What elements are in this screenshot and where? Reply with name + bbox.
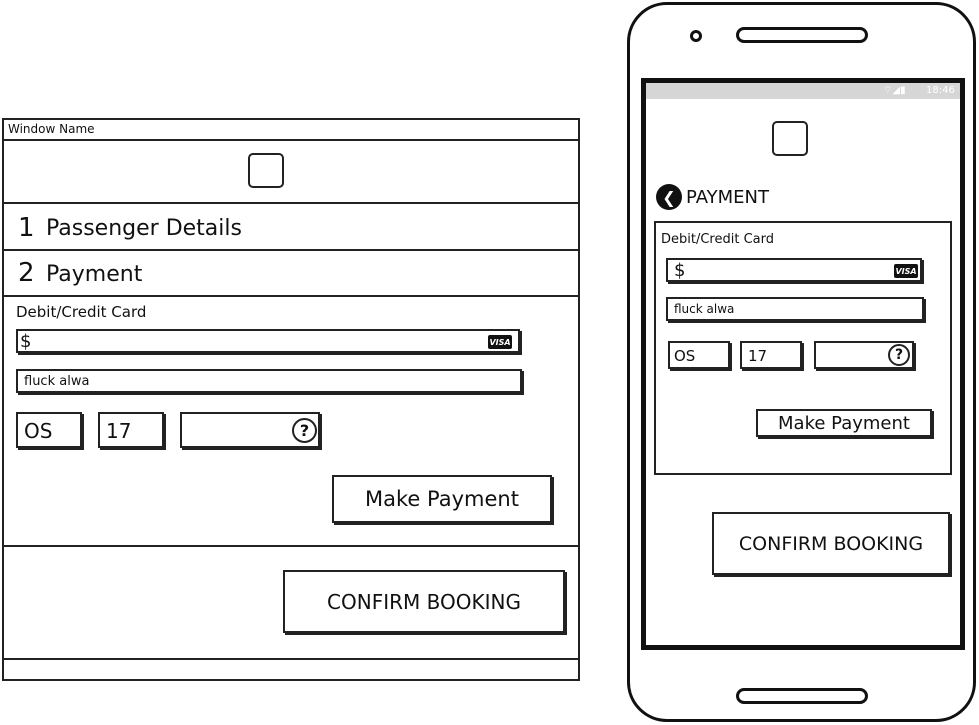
currency-symbol: $ xyxy=(674,260,686,281)
cardholder-name-input[interactable]: fluck alwa xyxy=(16,369,522,393)
card-section-label: Debit/Credit Card xyxy=(661,232,774,247)
visa-card-icon: VISA xyxy=(488,335,512,349)
make-payment-label: Make Payment xyxy=(365,487,519,511)
expiry-year-value: 17 xyxy=(106,419,132,443)
cardholder-name-value: fluck alwa xyxy=(24,374,90,389)
payment-panel: Debit/Credit Card $ VISA fluck alwa OS 1… xyxy=(4,297,578,547)
expiry-month-value: OS xyxy=(24,419,53,443)
phone-speaker xyxy=(736,27,868,43)
card-section-label: Debit/Credit Card xyxy=(16,303,147,321)
phone-screen: ⌔◢▮ 18:46 ❮ PAYMENT Debit/Credit Card $ … xyxy=(641,78,965,650)
page-title: PAYMENT xyxy=(686,187,769,208)
visa-card-icon: VISA xyxy=(894,264,918,278)
confirm-booking-button[interactable]: CONFIRM BOOKING xyxy=(283,570,565,633)
expiry-year-input[interactable]: 17 xyxy=(740,341,802,369)
phone-home-button[interactable] xyxy=(736,688,868,704)
cvv-input[interactable]: ? xyxy=(814,341,914,369)
confirm-booking-label: CONFIRM BOOKING xyxy=(327,589,521,614)
step-label: Payment xyxy=(46,262,143,287)
window-footer xyxy=(4,658,578,679)
step-payment[interactable]: 2 Payment xyxy=(4,253,578,297)
wifi-signal-battery-icon: ⌔◢▮ xyxy=(883,85,906,96)
cvv-input[interactable]: ? xyxy=(180,412,320,448)
expiry-month-input[interactable]: OS xyxy=(668,341,730,369)
amount-input[interactable]: $ VISA xyxy=(666,258,922,282)
help-icon[interactable]: ? xyxy=(292,418,317,443)
logo-placeholder-icon xyxy=(248,153,284,188)
step-label: Passenger Details xyxy=(46,216,242,241)
logo-placeholder-icon xyxy=(772,121,808,156)
step-number: 1 xyxy=(18,213,35,243)
step-number: 2 xyxy=(18,258,35,288)
amount-input[interactable]: $ VISA xyxy=(16,329,520,353)
front-camera xyxy=(690,30,702,42)
confirm-booking-label: CONFIRM BOOKING xyxy=(738,532,924,555)
cardholder-name-value: fluck alwa xyxy=(674,302,735,316)
expiry-year-value: 17 xyxy=(748,347,768,365)
help-icon[interactable]: ? xyxy=(888,344,910,366)
expiry-month-input[interactable]: OS xyxy=(16,412,82,448)
confirm-booking-button[interactable]: CONFIRM BOOKING xyxy=(712,512,950,575)
status-time: 18:46 xyxy=(926,85,955,96)
desktop-window: Window Name 1 Passenger Details 2 Paymen… xyxy=(2,118,580,681)
status-bar: ⌔◢▮ 18:46 xyxy=(646,83,960,99)
step-passenger-details[interactable]: 1 Passenger Details xyxy=(4,204,578,251)
make-payment-button[interactable]: Make Payment xyxy=(756,409,932,437)
cardholder-name-input[interactable]: fluck alwa xyxy=(666,297,924,321)
currency-symbol: $ xyxy=(20,331,32,352)
window-title: Window Name xyxy=(4,120,578,141)
make-payment-label: Make Payment xyxy=(778,412,910,434)
back-icon[interactable]: ❮ xyxy=(656,184,682,210)
expiry-year-input[interactable]: 17 xyxy=(98,412,164,448)
payment-panel: Debit/Credit Card $ VISA fluck alwa OS 1… xyxy=(654,221,952,475)
logo-area xyxy=(4,141,578,204)
make-payment-button[interactable]: Make Payment xyxy=(332,475,552,523)
expiry-month-value: OS xyxy=(674,347,696,365)
